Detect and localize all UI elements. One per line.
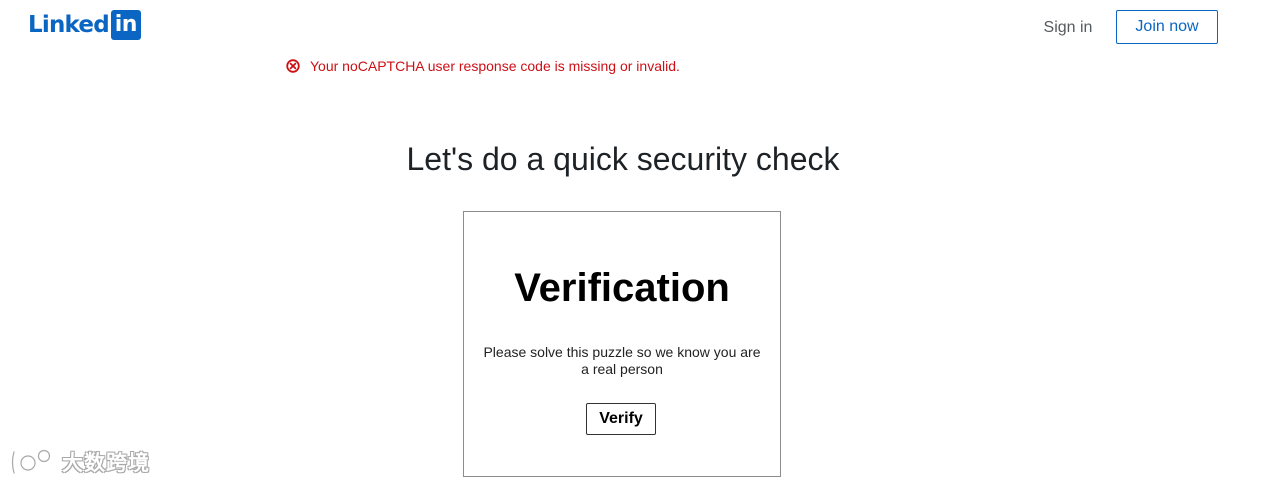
error-circle-x-icon: [286, 59, 300, 73]
error-message: Your noCAPTCHA user response code is mis…: [310, 58, 680, 74]
captcha-frame: Verification Please solve this puzzle so…: [463, 211, 781, 477]
watermark-logo-icon: [10, 448, 52, 476]
logo-wordmark: Linked: [28, 12, 110, 38]
captcha-title: Verification: [514, 266, 730, 310]
watermark: 大数跨境: [8, 446, 150, 478]
captcha-description: Please solve this puzzle so we know you …: [483, 344, 761, 377]
error-banner: Your noCAPTCHA user response code is mis…: [286, 56, 680, 76]
page-title: Let's do a quick security check: [406, 141, 840, 177]
logo-in-box: in: [110, 10, 141, 40]
sign-in-link[interactable]: Sign in: [1032, 14, 1104, 42]
linkedin-logo[interactable]: Linked in: [28, 10, 141, 40]
join-now-button[interactable]: Join now: [1116, 10, 1218, 44]
verify-button[interactable]: Verify: [586, 403, 656, 435]
watermark-text: 大数跨境: [62, 451, 150, 475]
